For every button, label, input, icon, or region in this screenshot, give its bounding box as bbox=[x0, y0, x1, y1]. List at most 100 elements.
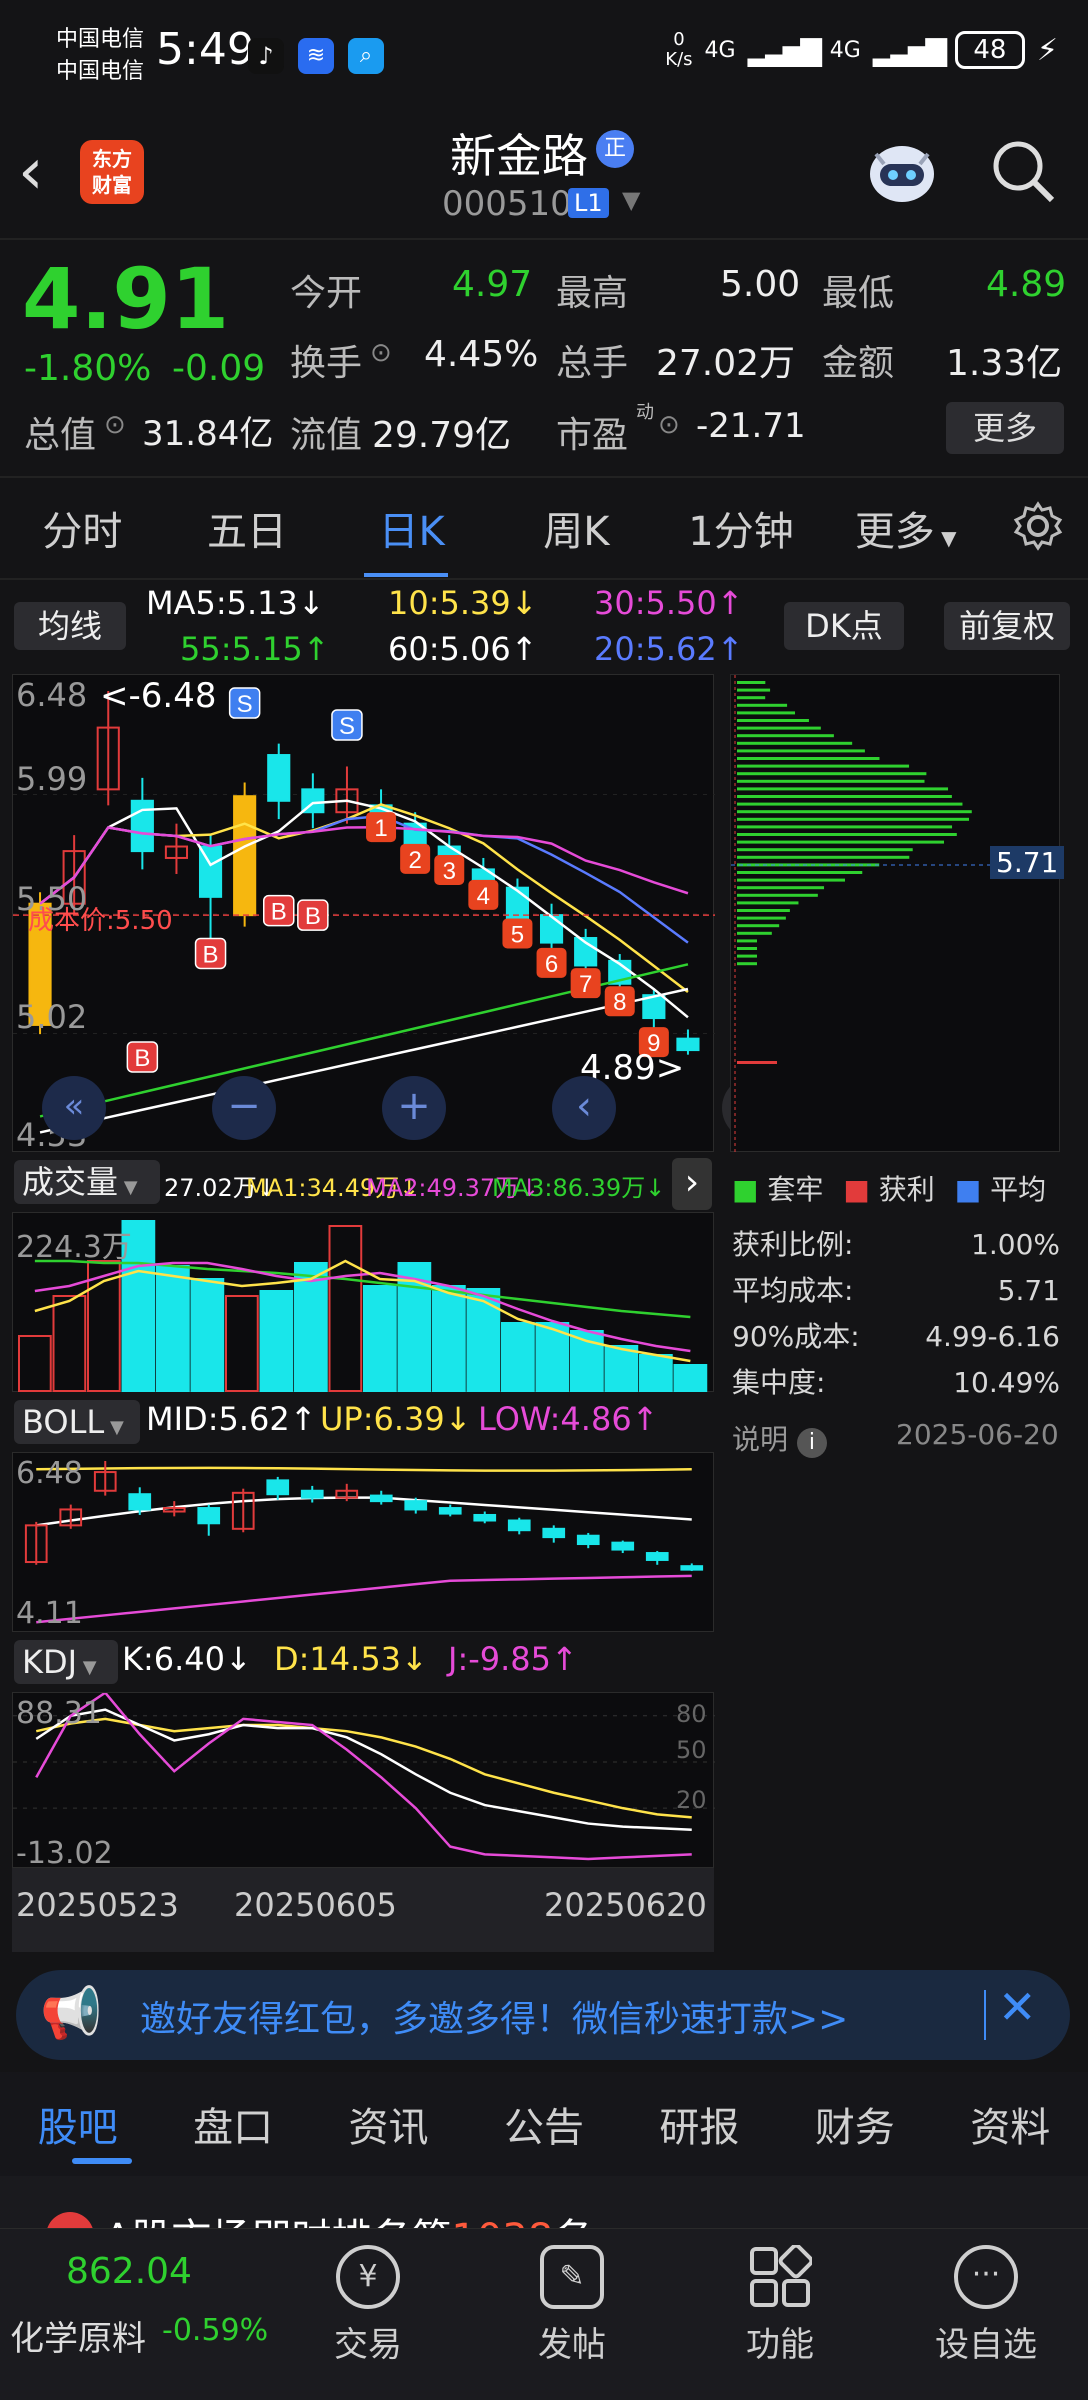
info-icon[interactable]: ⊙ bbox=[370, 338, 392, 368]
boll-chart[interactable] bbox=[12, 1452, 714, 1632]
more-button[interactable]: 更多 bbox=[946, 402, 1064, 454]
tab-profile[interactable]: 资料 bbox=[933, 2095, 1088, 2153]
tab-intraday[interactable]: 分时 bbox=[0, 499, 165, 557]
verified-badge-icon: 正 bbox=[596, 130, 634, 168]
low-label: 最低 bbox=[822, 264, 894, 316]
chip-bar bbox=[737, 704, 787, 707]
net-speed: 0 K/s bbox=[665, 30, 692, 70]
level-badge[interactable]: L1 bbox=[568, 188, 609, 218]
info-circle-icon: i bbox=[797, 1428, 827, 1458]
search-icon[interactable] bbox=[990, 138, 1056, 204]
kdj-j: J:-9.85↑ bbox=[448, 1640, 578, 1678]
chip-bar bbox=[737, 749, 865, 752]
vol-ma3: MA3:86.39万↓ bbox=[492, 1168, 665, 1203]
amount-label: 金额 bbox=[822, 334, 894, 386]
chip-distribution[interactable] bbox=[730, 674, 1060, 1152]
index-name[interactable]: 化学原料 bbox=[10, 2311, 146, 2360]
add-watchlist-button[interactable]: ··· 设自选 bbox=[906, 2245, 1066, 2366]
tab-more[interactable]: 更多 ▼ bbox=[823, 499, 988, 557]
index-pct: -0.59% bbox=[162, 2313, 268, 2348]
promo-banner[interactable]: 📢 邀好友得红包，多邀多得！微信秒速打款>> ✕ bbox=[16, 1970, 1070, 2060]
chip-bar bbox=[737, 772, 926, 775]
chip-bar bbox=[737, 696, 765, 699]
kdj-chart[interactable] bbox=[12, 1692, 714, 1868]
tab-finance[interactable]: 财务 bbox=[777, 2095, 932, 2153]
chip-bar bbox=[737, 917, 786, 920]
ma-dropdown-button[interactable]: 均线 bbox=[14, 602, 126, 650]
info-icon-2[interactable]: ⊙ bbox=[104, 410, 126, 440]
kdj-level-50: 50 bbox=[676, 1736, 707, 1764]
promo-text[interactable]: 邀好友得红包，多邀多得！微信秒速打款>> bbox=[140, 1990, 848, 2042]
ma60-value: 60:5.06↑ bbox=[388, 630, 538, 668]
post-button[interactable]: ✎ 发帖 bbox=[492, 2245, 652, 2366]
chip-bar bbox=[737, 924, 779, 927]
chip-stats: 获利比例: 1.00% 平均成本: 5.71 90%成本: 4.99-6.16 集中度… bbox=[732, 1222, 1060, 1406]
explain-link[interactable]: 说明 i bbox=[732, 1418, 827, 1458]
tab-weekly-k[interactable]: 周K bbox=[494, 499, 659, 557]
kdj-ybot: -13.02 bbox=[16, 1836, 113, 1871]
volume-bar bbox=[433, 1286, 465, 1391]
tab-daily-k[interactable]: 日K bbox=[329, 499, 494, 557]
chip-bar bbox=[737, 757, 879, 760]
kdj-ytop: 88.31 bbox=[16, 1696, 102, 1731]
legend-trapped: ■ 套牢 bbox=[732, 1168, 823, 1208]
chip-bar bbox=[737, 803, 962, 806]
ma10-value: 10:5.39↓ bbox=[388, 584, 538, 622]
volume-bar bbox=[261, 1291, 293, 1391]
info-icon-3[interactable]: ⊙ bbox=[658, 410, 680, 440]
expand-right-icon[interactable]: › bbox=[672, 1158, 712, 1210]
stat-row: 集中度: 10.49% bbox=[732, 1360, 1060, 1406]
boll-candle-body bbox=[474, 1515, 495, 1521]
ranking-peek[interactable]: A股市场即时排名第1038名 bbox=[0, 2176, 1088, 2228]
ma20-value: 20:5.62↑ bbox=[594, 630, 744, 668]
functions-label: 功能 bbox=[700, 2317, 860, 2366]
volume-dropdown-button[interactable]: 成交量 ▼ bbox=[14, 1160, 160, 1204]
ranking-text: A股市场即时排名第1038名 bbox=[104, 2206, 593, 2228]
tab-announcement[interactable]: 公告 bbox=[466, 2095, 621, 2153]
forward-adjust-button[interactable]: 前复权 bbox=[944, 602, 1070, 650]
eastmoney-logo[interactable]: 东方 财富 bbox=[80, 140, 144, 204]
kdj-dropdown-button[interactable]: KDJ ▼ bbox=[14, 1640, 118, 1684]
back-arrow-icon[interactable]: ‹ bbox=[18, 140, 44, 204]
stat-row: 90%成本: 4.99-6.16 bbox=[732, 1314, 1060, 1360]
tab-five-day[interactable]: 五日 bbox=[165, 499, 330, 557]
chip-bar bbox=[737, 901, 798, 904]
trade-marker-label: S bbox=[339, 713, 355, 740]
signal-bars-icon-2: ▂▃▅▇ bbox=[873, 34, 943, 67]
boll-dropdown-button[interactable]: BOLL ▼ bbox=[14, 1400, 140, 1444]
boll-candle-body bbox=[129, 1494, 150, 1509]
settings-gear-icon[interactable] bbox=[988, 500, 1088, 556]
volume-bar bbox=[606, 1346, 638, 1391]
chevron-down-icon[interactable]: ▼ bbox=[622, 186, 640, 214]
mktcap-label: 总值 bbox=[24, 406, 96, 458]
tab-1min[interactable]: 1分钟 bbox=[659, 499, 824, 557]
chip-bar bbox=[737, 689, 770, 692]
zoom-out-icon[interactable]: − bbox=[212, 1076, 276, 1140]
tab-research[interactable]: 研报 bbox=[622, 2095, 777, 2153]
active-navtab-indicator bbox=[72, 2158, 132, 2164]
open-label: 今开 bbox=[290, 264, 362, 316]
chip-bar bbox=[737, 765, 909, 768]
stock-name[interactable]: 新金路 bbox=[450, 120, 588, 186]
watchlist-label: 设自选 bbox=[906, 2317, 1066, 2366]
functions-button[interactable]: 功能 bbox=[700, 2245, 860, 2366]
index-value[interactable]: 862.04 bbox=[66, 2251, 192, 2292]
post-label: 发帖 bbox=[492, 2317, 652, 2366]
scroll-left-icon[interactable]: ‹ bbox=[552, 1076, 616, 1140]
tab-pankou[interactable]: 盘口 bbox=[155, 2095, 310, 2153]
scroll-left-fast-icon[interactable]: « bbox=[42, 1076, 106, 1140]
trade-button[interactable]: ¥ 交易 bbox=[288, 2245, 448, 2366]
mktcap-value: 31.84亿 bbox=[142, 406, 273, 455]
trade-marker-label: 7 bbox=[579, 971, 592, 998]
bottom-bar: 862.04 化学原料 -0.59% ¥ 交易 ✎ 发帖 功能 ··· 设自选 bbox=[0, 2228, 1088, 2400]
tab-guba[interactable]: 股吧 bbox=[0, 2095, 155, 2153]
stock-code: 000510 bbox=[442, 184, 572, 224]
signal-4g-1: 4G bbox=[705, 38, 736, 63]
tab-news[interactable]: 资讯 bbox=[311, 2095, 466, 2153]
close-icon[interactable]: ✕ bbox=[998, 1980, 1037, 2034]
dk-point-button[interactable]: DK点 bbox=[784, 602, 904, 650]
chip-bar bbox=[737, 681, 765, 684]
pe-label: 市盈 bbox=[556, 406, 628, 458]
zoom-in-icon[interactable]: + bbox=[382, 1076, 446, 1140]
robot-assistant-icon[interactable] bbox=[862, 132, 942, 212]
